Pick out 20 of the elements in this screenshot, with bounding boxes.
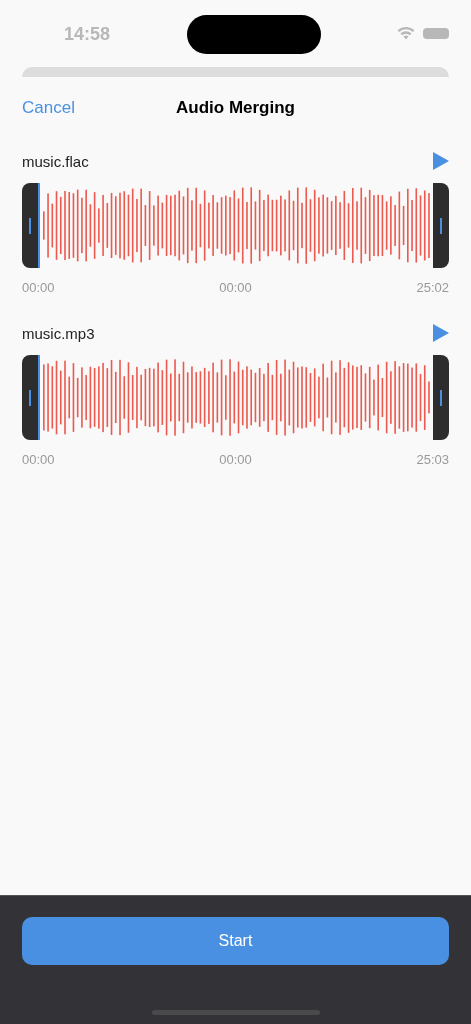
time-label: 25:03 [416, 452, 449, 467]
time-label: 25:02 [416, 280, 449, 295]
time-label: 00:00 [219, 452, 252, 467]
time-label: 00:00 [22, 452, 55, 467]
play-icon[interactable] [433, 324, 449, 342]
wifi-icon [397, 27, 415, 40]
track-name: music.flac [22, 152, 89, 170]
battery-icon [423, 28, 449, 39]
trim-handle[interactable] [433, 355, 449, 440]
track-name: music.mp3 [22, 324, 95, 342]
status-time: 14:58 [64, 24, 111, 45]
time-label: 00:00 [219, 280, 252, 295]
play-icon[interactable] [433, 152, 449, 170]
time-label: 00:00 [22, 280, 55, 295]
trim-handle[interactable] [433, 183, 449, 268]
trim-handle[interactable] [22, 355, 38, 440]
screen-title: Audio Merging [176, 98, 295, 118]
cancel-button[interactable]: Cancel [22, 98, 75, 118]
start-button[interactable]: Start [22, 917, 449, 965]
trim-handle[interactable] [22, 183, 38, 268]
